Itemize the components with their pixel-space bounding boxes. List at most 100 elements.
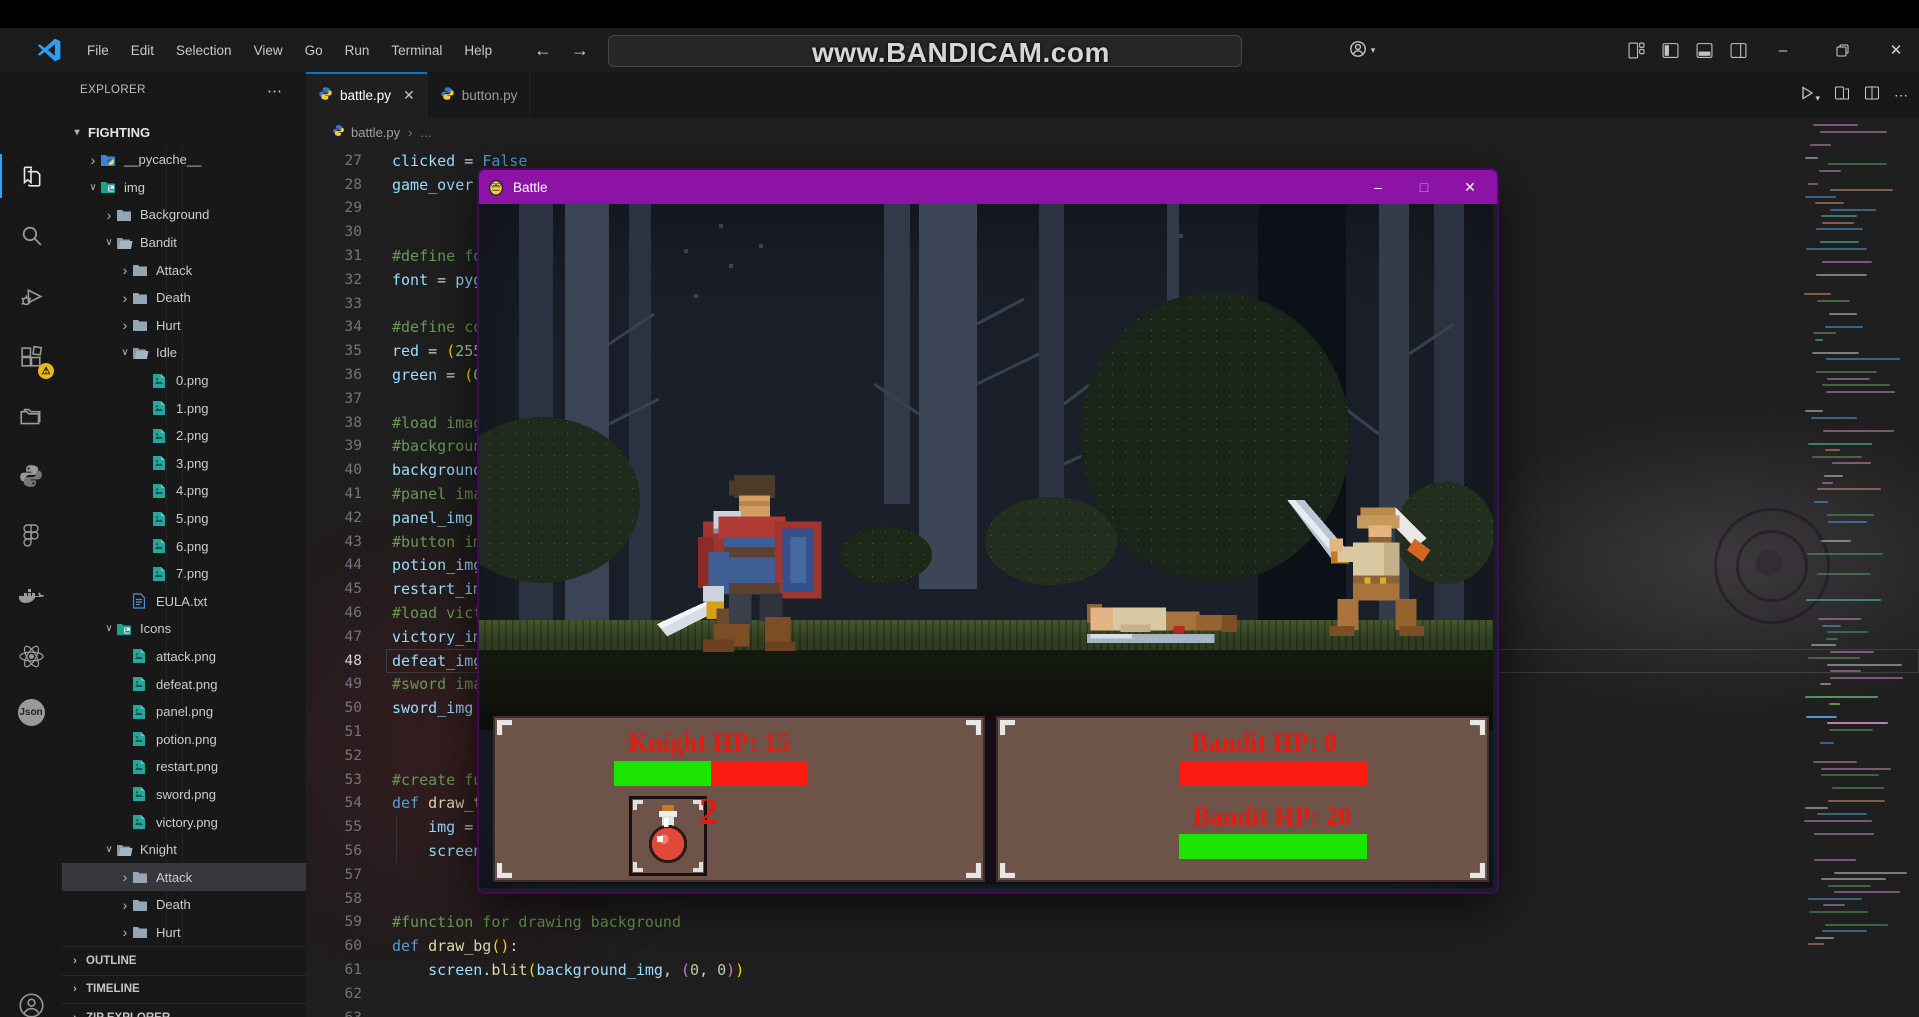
tree-item-attack-png[interactable]: attack.png — [62, 643, 306, 671]
menu-terminal[interactable]: Terminal — [380, 43, 453, 58]
battle-close-button[interactable]: ✕ — [1447, 170, 1493, 204]
tab-button-py[interactable]: button.py — [428, 72, 531, 118]
tree-item-6-png[interactable]: 6.png — [62, 532, 306, 560]
code-text: game_over — [392, 176, 473, 194]
toggle-secondary-sidebar-icon[interactable] — [1723, 36, 1753, 64]
customize-layout-icon[interactable] — [1621, 36, 1651, 64]
tree-item-sword-png[interactable]: sword.png — [62, 781, 306, 809]
tree-item-1-png[interactable]: 1.png — [62, 394, 306, 422]
menu-view[interactable]: View — [243, 43, 294, 58]
battle-maximize-button[interactable]: □ — [1401, 170, 1447, 204]
file-txt-icon — [132, 593, 150, 609]
tree-item-5-png[interactable]: 5.png — [62, 505, 306, 533]
run-debug-icon[interactable] — [0, 272, 62, 320]
menu-selection[interactable]: Selection — [165, 43, 243, 58]
menu-help[interactable]: Help — [453, 43, 503, 58]
chevron-right-icon: › — [68, 983, 82, 995]
window-restore-button[interactable] — [1819, 28, 1865, 72]
line-number: 54 — [306, 795, 362, 811]
sidebar-section-outline[interactable]: ›OUTLINE — [62, 946, 306, 975]
code-line-61[interactable]: 61 screen.blit(background_img, (0, 0)) — [306, 958, 1919, 982]
code-line-62[interactable]: 62 — [306, 982, 1919, 1006]
run-python-file-icon[interactable]: ▾ — [1799, 85, 1820, 106]
more-actions-icon[interactable]: ⋯ — [1894, 87, 1909, 104]
tree-item-3-png[interactable]: 3.png — [62, 450, 306, 478]
tree-item-hurt[interactable]: ›Hurt — [62, 919, 306, 947]
tree-item-background[interactable]: ›Background — [62, 201, 306, 229]
tree-item-bandit[interactable]: ∨Bandit — [62, 229, 306, 257]
json-extension-icon[interactable]: Json — [0, 688, 62, 736]
toggle-sidebar-icon[interactable] — [1655, 36, 1685, 64]
code-text: #sword ima — [392, 675, 482, 693]
tree-item-potion-png[interactable]: potion.png — [62, 725, 306, 753]
tree-item-img[interactable]: ∨img — [62, 174, 306, 202]
tree-item-attack[interactable]: ›Attack — [62, 863, 306, 891]
line-number: 58 — [306, 891, 362, 907]
line-number: 51 — [306, 724, 362, 740]
tree-item--pycache-[interactable]: ›__pycache__ — [62, 146, 306, 174]
window-minimize-button[interactable]: – — [1760, 28, 1806, 72]
explorer-icon[interactable] — [0, 152, 62, 200]
tree-item-eula-txt[interactable]: EULA.txt — [62, 588, 306, 616]
file-img-icon — [132, 814, 150, 830]
breadcrumb[interactable]: battle.py › ... — [306, 118, 1919, 146]
split-editor-icon[interactable] — [1864, 85, 1880, 106]
sidebar-section-timeline[interactable]: ›TIMELINE — [62, 975, 306, 1004]
tree-item-victory-png[interactable]: victory.png — [62, 808, 306, 836]
account-icon[interactable]: ▾ — [1347, 36, 1377, 64]
tree-item-knight[interactable]: ∨Knight — [62, 836, 306, 864]
tree-item-idle[interactable]: ∨Idle — [62, 339, 306, 367]
open-changes-icon[interactable] — [1834, 85, 1850, 106]
code-line-60[interactable]: 60def draw_bg(): — [306, 934, 1919, 958]
menu-go[interactable]: Go — [294, 43, 334, 58]
docker-icon[interactable] — [0, 573, 62, 621]
tree-item-defeat-png[interactable]: defeat.png — [62, 670, 306, 698]
tree-item-label: 6.png — [176, 539, 209, 554]
sidebar-section-zip-explorer[interactable]: ›ZIP EXPLORER — [62, 1003, 306, 1017]
tree-item-0-png[interactable]: 0.png — [62, 367, 306, 395]
line-number: 50 — [306, 700, 362, 716]
battle-window-titlebar[interactable]: Battle – □ ✕ — [479, 170, 1497, 204]
knight-sprite — [657, 470, 847, 655]
tab-battle-py[interactable]: battle.py ✕ — [306, 72, 428, 118]
tree-root-fighting[interactable]: ▾ FIGHTING — [62, 118, 306, 146]
menu-run[interactable]: Run — [334, 43, 381, 58]
menu-edit[interactable]: Edit — [120, 43, 165, 58]
tree-item-restart-png[interactable]: restart.png — [62, 753, 306, 781]
tree-item-death[interactable]: ›Death — [62, 284, 306, 312]
code-line-59[interactable]: 59#function for drawing background — [306, 911, 1919, 935]
tree-item-2-png[interactable]: 2.png — [62, 422, 306, 450]
chevron-down-icon: ∨ — [86, 182, 100, 193]
python-file-icon — [318, 86, 333, 104]
nav-forward-icon[interactable]: → — [566, 36, 594, 64]
battle-minimize-button[interactable]: – — [1355, 170, 1401, 204]
tree-item-hurt[interactable]: ›Hurt — [62, 312, 306, 340]
tree-item-4-png[interactable]: 4.png — [62, 477, 306, 505]
file-img-icon — [152, 566, 170, 582]
remote-folder-icon[interactable] — [0, 392, 62, 440]
menu-file[interactable]: File — [76, 43, 120, 58]
figma-extension-icon[interactable] — [0, 512, 62, 560]
tree-item-attack[interactable]: ›Attack — [62, 256, 306, 284]
search-icon[interactable] — [0, 211, 62, 259]
chevron-right-icon: › — [118, 900, 132, 910]
tree-item-death[interactable]: ›Death — [62, 891, 306, 919]
toggle-panel-icon[interactable] — [1689, 36, 1719, 64]
line-number: 52 — [306, 748, 362, 764]
code-text: panel_img — [392, 509, 482, 527]
tree-item-7-png[interactable]: 7.png — [62, 560, 306, 588]
minimap[interactable] — [1800, 124, 1910, 949]
nav-back-icon[interactable]: ← — [529, 36, 557, 64]
code-line-63[interactable]: 63 — [306, 1006, 1919, 1017]
file-img-icon — [132, 648, 150, 664]
tree-item-panel-png[interactable]: panel.png — [62, 698, 306, 726]
window-close-button[interactable]: ✕ — [1873, 28, 1919, 72]
tab-close-icon[interactable]: ✕ — [403, 87, 415, 104]
explorer-more-actions-icon[interactable]: ⋯ — [267, 82, 283, 100]
extensions-icon[interactable]: ⚠ — [0, 333, 62, 381]
python-extension-icon[interactable] — [0, 452, 62, 500]
account-profile-icon[interactable] — [0, 981, 62, 1017]
react-extension-icon[interactable] — [0, 632, 62, 680]
tree-item-icons[interactable]: ∨Icons — [62, 615, 306, 643]
potion-button[interactable] — [629, 796, 707, 876]
